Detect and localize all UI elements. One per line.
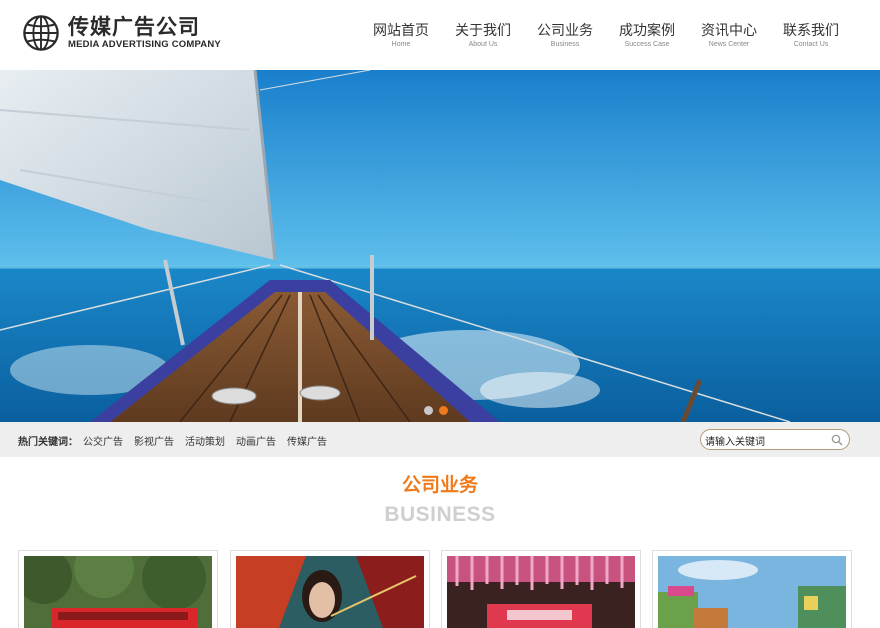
nav-label: 关于我们 <box>455 23 511 39</box>
slider-dots <box>424 406 448 415</box>
event-ad-image <box>447 556 635 628</box>
nav-label: 网站首页 <box>373 23 429 39</box>
hot-keyword-link[interactable]: 动画广告 <box>236 433 276 448</box>
site-logo[interactable]: 传媒广告公司 MEDIA ADVERTISING COMPANY <box>22 14 221 52</box>
business-card-event[interactable] <box>441 550 641 628</box>
nav-item-cases[interactable]: 成功案例 Success Case <box>606 22 688 50</box>
nav-sublabel: About Us <box>468 41 498 48</box>
slider-dot-1[interactable] <box>424 406 433 415</box>
hot-keyword-link[interactable]: 公交广告 <box>83 433 123 448</box>
business-card-animation[interactable] <box>652 550 852 628</box>
hot-keywords-list: 公交广告 影视广告 活动策划 动画广告 传媒广告 <box>83 433 327 448</box>
main-nav: 网站首页 Home 关于我们 About Us 公司业务 Business 成功… <box>360 22 852 50</box>
nav-item-contact[interactable]: 联系我们 Contact Us <box>770 22 852 50</box>
nav-label: 公司业务 <box>537 23 593 39</box>
bus-ad-image <box>24 556 212 628</box>
nav-label: 资讯中心 <box>701 23 757 39</box>
business-card-bus[interactable] <box>18 550 218 628</box>
hot-keyword-link[interactable]: 活动策划 <box>185 433 225 448</box>
section-title: 公司业务 <box>401 474 478 496</box>
search-box <box>700 429 850 450</box>
globe-icon <box>23 15 59 51</box>
hot-keywords-label: 热门关键词： <box>18 437 78 448</box>
section-subtitle: BUSINESS <box>384 503 496 526</box>
search-input[interactable] <box>705 433 825 447</box>
nav-sublabel: Business <box>550 41 580 48</box>
nav-sublabel: News Center <box>708 41 750 48</box>
nav-item-business[interactable]: 公司业务 Business <box>524 22 606 50</box>
logo-subtitle: MEDIA ADVERTISING COMPANY <box>68 39 221 50</box>
hot-keyword-link[interactable]: 传媒广告 <box>287 433 327 448</box>
sailboat-image <box>0 70 880 422</box>
nav-label: 联系我们 <box>783 23 839 39</box>
film-ad-image <box>236 556 424 628</box>
animation-ad-image <box>658 556 846 628</box>
nav-label: 成功案例 <box>619 23 675 39</box>
nav-sublabel: Contact Us <box>793 41 829 48</box>
site-header: 传媒广告公司 MEDIA ADVERTISING COMPANY 网站首页 Ho… <box>0 0 880 70</box>
slider-dot-2[interactable] <box>439 406 448 415</box>
nav-sublabel: Success Case <box>624 41 670 48</box>
nav-sublabel: Home <box>391 41 411 48</box>
logo-title: 传媒广告公司 <box>68 15 200 39</box>
hero-banner[interactable] <box>0 70 880 422</box>
nav-item-home[interactable]: 网站首页 Home <box>360 22 442 50</box>
business-card-film[interactable] <box>230 550 430 628</box>
nav-item-news[interactable]: 资讯中心 News Center <box>688 22 770 50</box>
magnifier-icon[interactable] <box>831 434 843 446</box>
hot-keyword-link[interactable]: 影视广告 <box>134 433 174 448</box>
nav-item-about[interactable]: 关于我们 About Us <box>442 22 524 50</box>
